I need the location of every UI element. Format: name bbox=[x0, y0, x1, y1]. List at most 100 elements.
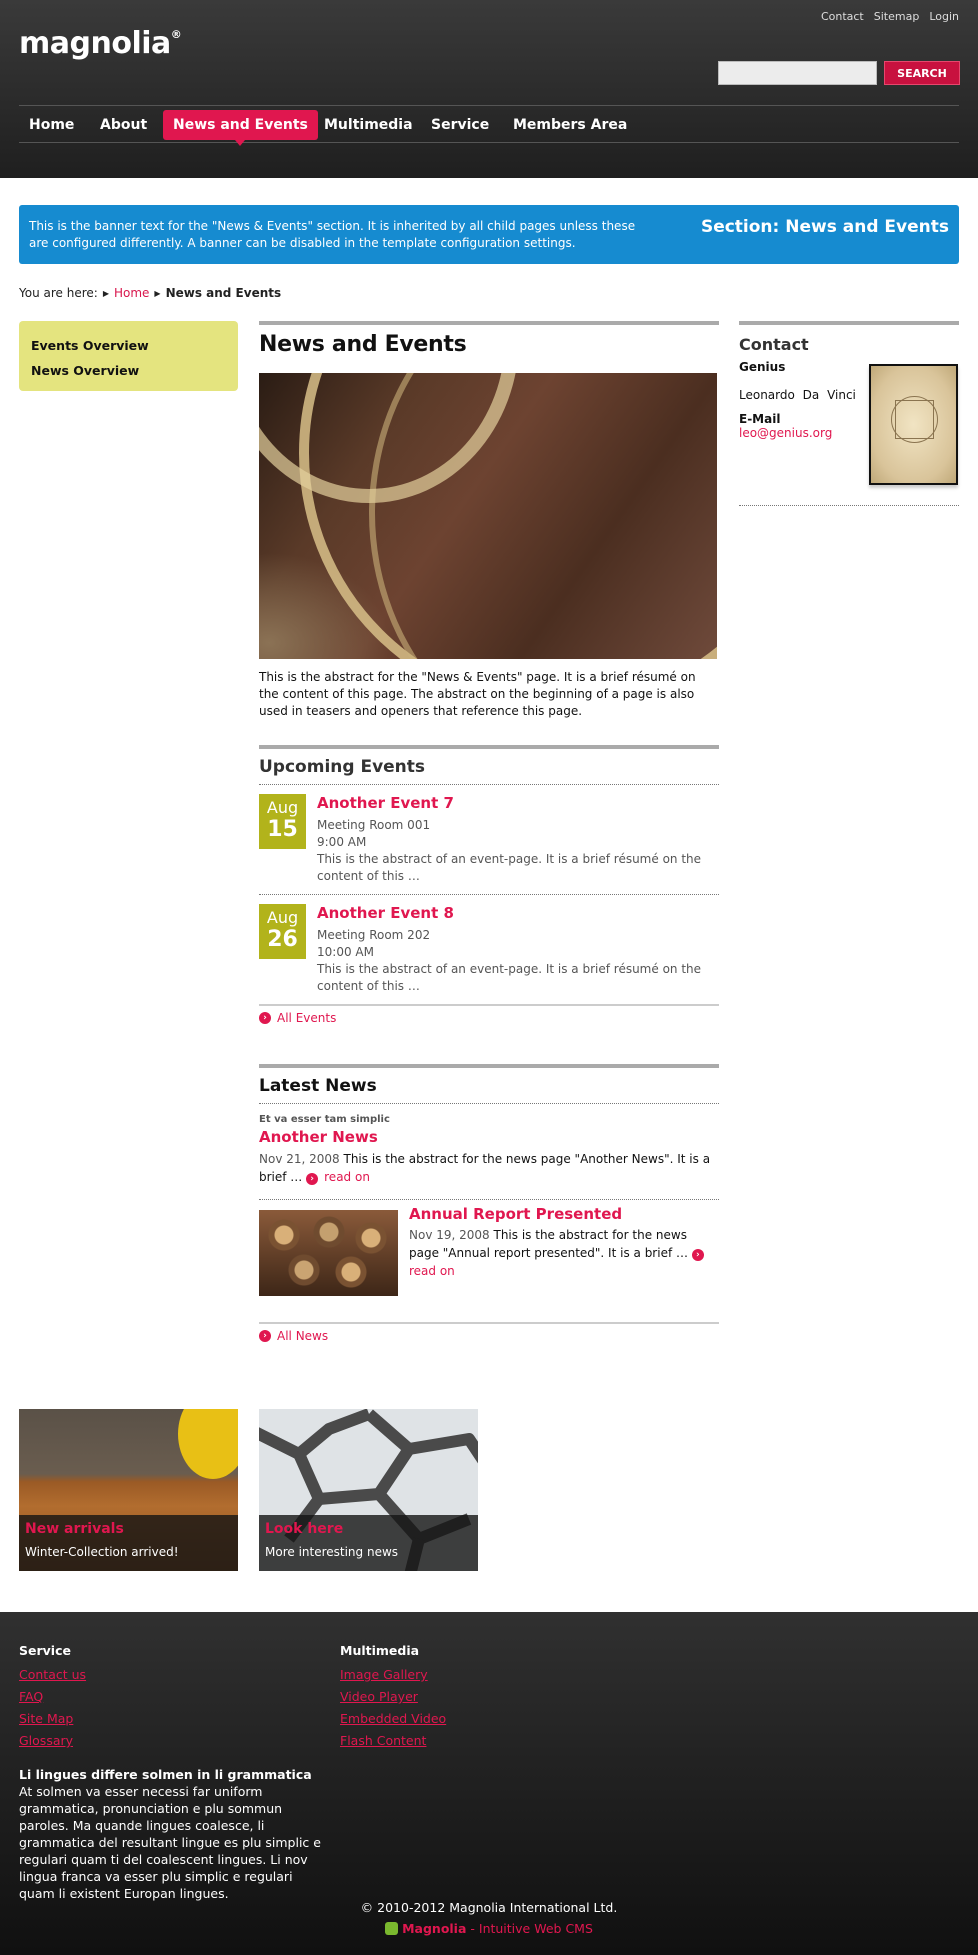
event-day: 26 bbox=[267, 927, 298, 952]
news-title[interactable]: Annual Report Presented bbox=[409, 1205, 622, 1223]
events-heading: Upcoming Events bbox=[259, 757, 719, 785]
contact-box: Contact Genius Leonardo Da Vinci E-Mail … bbox=[739, 321, 959, 506]
event-time: 9:00 AM bbox=[317, 835, 367, 849]
meta-contact-link[interactable]: Contact bbox=[821, 10, 864, 23]
copyright: © 2010-2012 Magnolia International Ltd. bbox=[360, 1900, 618, 1915]
teaser-caption: New arrivals Winter-Collection arrived! bbox=[19, 1515, 238, 1571]
event-item: Aug 26 Another Event 8 Meeting Room 202 … bbox=[259, 895, 719, 1004]
teaser-title[interactable]: Look here bbox=[265, 1521, 343, 1537]
main-content: News and Events This is the abstract for… bbox=[259, 321, 719, 1343]
arrow-right-circle-icon: › bbox=[259, 1012, 271, 1024]
search-input[interactable] bbox=[718, 61, 877, 85]
event-month: Aug bbox=[266, 908, 299, 927]
teaser-caption: Look here More interesting news bbox=[259, 1515, 478, 1571]
all-events-label: All Events bbox=[277, 1011, 337, 1025]
event-month: Aug bbox=[266, 798, 299, 817]
nav-service[interactable]: Service bbox=[421, 110, 499, 140]
news-kicker: Et va esser tam simplic bbox=[259, 1114, 390, 1125]
footer-link-site-map[interactable]: Site Map bbox=[19, 1708, 86, 1730]
upcoming-events: Upcoming Events Aug 15 Another Event 7 M… bbox=[259, 745, 719, 1025]
news-title[interactable]: Another News bbox=[259, 1128, 378, 1146]
page-title: News and Events bbox=[259, 332, 467, 357]
event-day: 15 bbox=[267, 817, 298, 842]
events-rule bbox=[259, 745, 719, 749]
breadcrumb-arrow-icon: ▶ bbox=[154, 288, 161, 298]
nav-multimedia[interactable]: Multimedia bbox=[314, 110, 423, 140]
subnav-news-overview[interactable]: News Overview bbox=[31, 358, 226, 383]
logo[interactable]: magnolia® bbox=[19, 26, 182, 61]
nav-about[interactable]: About bbox=[90, 110, 157, 140]
footer-col-heading: Service bbox=[19, 1643, 71, 1658]
sub-nav: Events Overview News Overview bbox=[19, 321, 238, 391]
nav-news-and-events[interactable]: News and Events bbox=[163, 110, 318, 146]
news-heading: Latest News bbox=[259, 1076, 719, 1104]
magnolia-icon bbox=[385, 1922, 399, 1935]
news-item: Annual Report Presented Nov 19, 2008 Thi… bbox=[259, 1200, 719, 1322]
contact-divider bbox=[739, 505, 959, 506]
footer-blurb-text: At solmen va esser necessi far uniform g… bbox=[19, 1784, 321, 1901]
event-abstract: This is the abstract of an event-page. I… bbox=[317, 852, 702, 883]
event-title[interactable]: Another Event 8 bbox=[317, 904, 454, 922]
latest-news: Latest News Et va esser tam simplic Anot… bbox=[259, 1064, 719, 1343]
event-title[interactable]: Another Event 7 bbox=[317, 794, 454, 812]
subnav-events-overview[interactable]: Events Overview bbox=[31, 333, 226, 358]
footer-link-embedded-video[interactable]: Embedded Video bbox=[340, 1708, 446, 1730]
event-location: Meeting Room 202 bbox=[317, 928, 431, 942]
title-rule bbox=[259, 321, 719, 325]
contact-heading: Contact bbox=[739, 335, 809, 354]
contact-rule bbox=[739, 321, 959, 325]
footer-link-image-gallery[interactable]: Image Gallery bbox=[340, 1664, 446, 1686]
nav-home[interactable]: Home bbox=[19, 110, 84, 140]
search-button[interactable]: SEARCH bbox=[884, 61, 960, 85]
powered-text: - Intuitive Web CMS bbox=[466, 1921, 593, 1936]
powered-brand: Magnolia bbox=[402, 1921, 467, 1936]
footer: Service Contact us FAQ Site Map Glossary… bbox=[0, 1612, 978, 1955]
news-rule bbox=[259, 1064, 719, 1068]
event-abstract: This is the abstract of an event-page. I… bbox=[317, 962, 702, 993]
footer-link-contact-us[interactable]: Contact us bbox=[19, 1664, 86, 1686]
breadcrumb: You are here: ▶ Home ▶ News and Events bbox=[19, 286, 281, 300]
meta-login-link[interactable]: Login bbox=[929, 10, 959, 23]
nav-members-area[interactable]: Members Area bbox=[503, 110, 637, 140]
news-thumbnail[interactable] bbox=[259, 1210, 398, 1296]
breadcrumb-current: News and Events bbox=[165, 286, 282, 300]
section-banner: This is the banner text for the "News & … bbox=[19, 205, 959, 264]
hero-image bbox=[259, 373, 717, 659]
footer-col-service: Service Contact us FAQ Site Map Glossary bbox=[19, 1643, 86, 1752]
page-abstract: This is the abstract for the "News & Eve… bbox=[259, 670, 696, 718]
meta-sitemap-link[interactable]: Sitemap bbox=[874, 10, 920, 23]
footer-blurb: Li lingues differe solmen in li grammati… bbox=[19, 1766, 329, 1902]
teaser-image-helmet bbox=[178, 1409, 238, 1479]
all-news-link[interactable]: › All News bbox=[259, 1322, 719, 1343]
news-date: Nov 19, 2008 bbox=[409, 1228, 490, 1242]
read-on-link[interactable]: read on bbox=[324, 1170, 370, 1184]
footer-link-glossary[interactable]: Glossary bbox=[19, 1730, 86, 1752]
breadcrumb-arrow-icon: ▶ bbox=[102, 288, 109, 298]
header: magnolia® Contact Sitemap Login SEARCH H… bbox=[0, 0, 978, 178]
teaser-new-arrivals[interactable]: New arrivals Winter-Collection arrived! bbox=[19, 1409, 238, 1571]
event-date-badge: Aug 26 bbox=[259, 904, 306, 959]
teaser-look-here[interactable]: Look here More interesting news bbox=[259, 1409, 478, 1571]
powered-by[interactable]: Magnolia - Intuitive Web CMS bbox=[0, 1921, 978, 1936]
footer-link-faq[interactable]: FAQ bbox=[19, 1686, 86, 1708]
event-time: 10:00 AM bbox=[317, 945, 374, 959]
teaser-title[interactable]: New arrivals bbox=[25, 1521, 124, 1537]
all-events-link[interactable]: › All Events bbox=[259, 1004, 719, 1025]
banner-text: This is the banner text for the "News & … bbox=[29, 219, 636, 250]
breadcrumb-home-link[interactable]: Home bbox=[114, 286, 149, 300]
teaser-text: More interesting news bbox=[265, 1545, 399, 1559]
banner-title: Section: News and Events bbox=[700, 217, 949, 237]
event-item: Aug 15 Another Event 7 Meeting Room 001 … bbox=[259, 785, 719, 895]
footer-link-flash-content[interactable]: Flash Content bbox=[340, 1730, 446, 1752]
news-text: Nov 21, 2008 This is the abstract for th… bbox=[259, 1150, 719, 1186]
arrow-right-circle-icon: › bbox=[259, 1330, 271, 1342]
read-on-link[interactable]: read on bbox=[409, 1264, 455, 1278]
news-text: Nov 19, 2008 This is the abstract for th… bbox=[409, 1226, 719, 1280]
arrow-right-circle-icon: › bbox=[691, 1249, 704, 1261]
news-item: Et va esser tam simplic Another News Nov… bbox=[259, 1104, 719, 1200]
footer-col-heading: Multimedia bbox=[340, 1643, 420, 1658]
event-meta: Meeting Room 001 9:00 AM bbox=[317, 817, 430, 851]
footer-link-video-player[interactable]: Video Player bbox=[340, 1686, 446, 1708]
main-nav: Home About News and Events Multimedia Se… bbox=[19, 105, 959, 146]
news-date: Nov 21, 2008 bbox=[259, 1152, 340, 1166]
